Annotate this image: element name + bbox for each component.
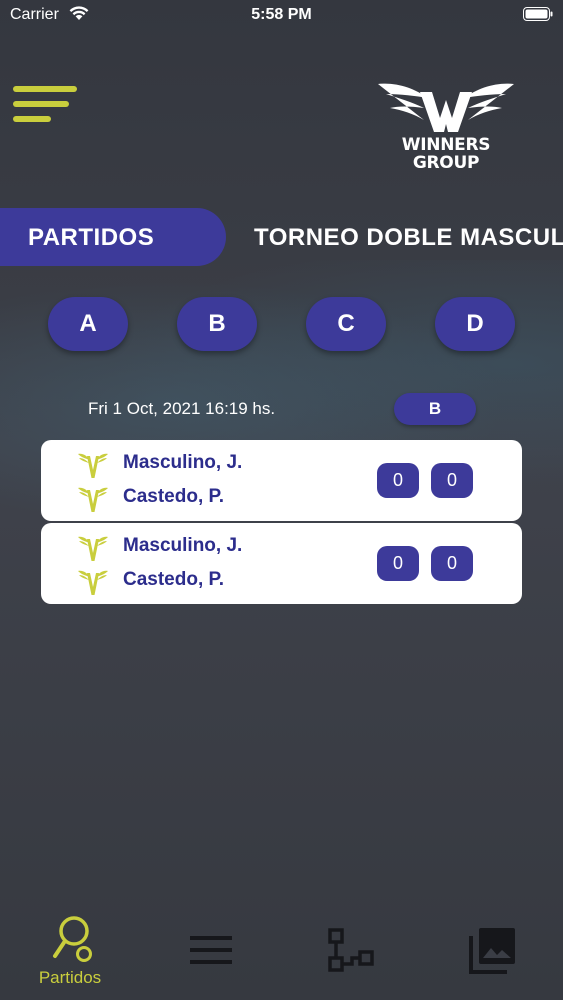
group-c-button[interactable]: C bbox=[306, 297, 386, 351]
match-date: Fri 1 Oct, 2021 16:19 hs. bbox=[88, 399, 276, 418]
winners-badge-icon bbox=[78, 570, 108, 595]
tab-partidos-label: PARTIDOS bbox=[28, 224, 155, 251]
winners-badge-icon bbox=[78, 487, 108, 512]
bracket-icon bbox=[328, 928, 374, 972]
score-badge: 0 bbox=[431, 546, 473, 581]
group-b-button[interactable]: B bbox=[177, 297, 257, 351]
player-name: Masculino, J. bbox=[123, 535, 243, 556]
match-card[interactable]: Masculino, J. Castedo, P. 0 0 bbox=[41, 523, 522, 604]
nav-list[interactable] bbox=[180, 910, 242, 1000]
player-name: Castedo, P. bbox=[123, 486, 225, 507]
group-a-button[interactable]: A bbox=[48, 297, 128, 351]
nav-partidos-label: Partidos bbox=[38, 968, 102, 987]
nav-bracket[interactable] bbox=[322, 910, 384, 1000]
score-badge: 0 bbox=[431, 463, 473, 498]
score-badge: 0 bbox=[377, 463, 419, 498]
tab-torneo-doble-masculino[interactable]: TORNEO DOBLE MASCULINO bbox=[254, 224, 563, 252]
nav-gallery[interactable] bbox=[463, 910, 525, 1000]
score-badge: 0 bbox=[377, 546, 419, 581]
bottom-navigation: Partidos bbox=[0, 910, 563, 1000]
match-card[interactable]: Masculino, J. Castedo, P. 0 0 bbox=[41, 440, 522, 521]
winged-w-logo-icon bbox=[378, 83, 514, 132]
status-time: 5:58 PM bbox=[251, 6, 312, 23]
winners-badge-icon bbox=[78, 536, 108, 561]
match-group-badge: B bbox=[394, 393, 476, 425]
group-d-button[interactable]: D bbox=[435, 297, 515, 351]
nav-partidos[interactable]: Partidos bbox=[20, 910, 120, 1000]
logo-text-group: GROUP bbox=[412, 153, 480, 168]
winners-badge-icon bbox=[78, 453, 108, 478]
tab-bar: PARTIDOS TORNEO DOBLE MASCULINO bbox=[0, 208, 563, 268]
tab-partidos[interactable]: PARTIDOS bbox=[0, 208, 226, 266]
gallery-icon bbox=[469, 928, 515, 974]
hamburger-menu-icon[interactable] bbox=[13, 86, 77, 124]
player-name: Masculino, J. bbox=[123, 452, 243, 473]
logo-text-winners: WINNERS bbox=[401, 135, 491, 155]
status-bar: Carrier 5:58 PM bbox=[0, 0, 563, 30]
winners-group-logo: WINNERS GROUP bbox=[376, 78, 516, 168]
battery-icon bbox=[523, 7, 553, 21]
tennis-racket-icon bbox=[53, 916, 92, 962]
list-icon bbox=[190, 936, 232, 964]
player-name: Castedo, P. bbox=[123, 569, 225, 590]
